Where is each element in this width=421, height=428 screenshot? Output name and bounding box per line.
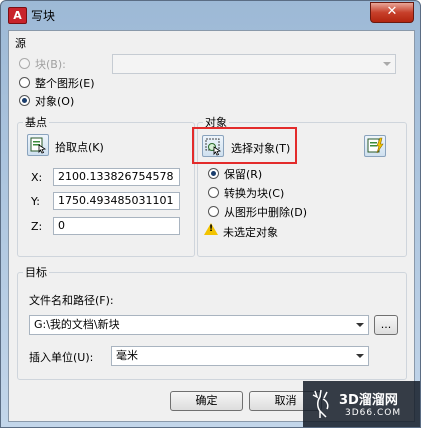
radio-block[interactable]: [19, 58, 30, 69]
radio-entire-drawing[interactable]: [19, 77, 30, 88]
watermark-line2: 3D66.COM: [345, 408, 402, 418]
radio-retain[interactable]: [208, 168, 219, 179]
watermark-logo: 3D溜溜网 3D66.COM: [303, 381, 420, 427]
radio-objects[interactable]: [19, 95, 30, 106]
autocad-app-icon: A: [8, 7, 27, 24]
base-point-title: 基点: [23, 114, 49, 130]
close-button[interactable]: ✕: [370, 2, 414, 23]
radio-convert-to-block[interactable]: [208, 187, 219, 198]
quick-select-button[interactable]: [364, 135, 386, 157]
select-objects-button[interactable]: [202, 135, 224, 157]
watermark-line1: 3D溜溜网: [339, 393, 398, 408]
radio-retain-label: 保留(R): [224, 168, 263, 181]
insert-units-value: 毫米: [116, 349, 138, 362]
x-label: X:: [31, 171, 43, 184]
write-block-dialog: A 写块 ✕ 源 块(B): 整个图形(E) 对象(O) 基点 拾取点(K) X…: [0, 0, 421, 428]
dialog-client: 源 块(B): 整个图形(E) 对象(O) 基点 拾取点(K) X: 2100.…: [8, 30, 415, 422]
file-path-value: G:\我的文档\新块: [34, 318, 120, 331]
z-coordinate-field[interactable]: 0: [53, 217, 180, 235]
no-objects-selected-text: 未选定对象: [223, 226, 278, 239]
radio-entire-drawing-label: 整个图形(E): [35, 77, 95, 90]
radio-block-label: 块(B):: [35, 58, 66, 71]
radio-delete-from-drawing-label: 从图形中删除(D): [224, 206, 308, 219]
window-title: 写块: [31, 9, 56, 23]
chevron-down-icon: [356, 323, 364, 327]
x-coordinate-field[interactable]: 2100.133826754578: [53, 168, 180, 186]
y-label: Y:: [31, 195, 40, 208]
z-label: Z:: [31, 220, 43, 233]
select-objects-icon: [205, 138, 222, 156]
chevron-down-icon: [356, 354, 364, 358]
pick-point-icon: [30, 137, 47, 154]
browse-button[interactable]: ...: [374, 315, 398, 335]
file-path-combo[interactable]: G:\我的文档\新块: [29, 315, 369, 335]
title-bar[interactable]: A 写块 ✕: [1, 1, 420, 29]
quick-select-icon: [367, 137, 384, 154]
deer-logo-icon: [312, 389, 329, 418]
insert-units-label: 插入单位(U):: [29, 351, 94, 364]
y-coordinate-field[interactable]: 1750.493485031101: [53, 192, 180, 210]
source-section-title: 源: [15, 37, 26, 50]
pick-point-label: 拾取点(K): [55, 141, 104, 154]
select-objects-label: 选择对象(T): [231, 142, 291, 155]
ok-button[interactable]: 确定: [170, 391, 243, 411]
insert-units-combo[interactable]: 毫米: [111, 346, 369, 366]
target-title: 目标: [23, 264, 49, 280]
warning-mark: !: [209, 224, 214, 234]
block-name-combo[interactable]: [112, 54, 396, 74]
radio-convert-to-block-label: 转换为块(C): [224, 187, 285, 200]
pick-point-button[interactable]: [27, 134, 49, 156]
file-path-label: 文件名和路径(F):: [29, 294, 114, 307]
radio-delete-from-drawing[interactable]: [208, 206, 219, 217]
chevron-down-icon: [383, 62, 391, 66]
radio-objects-label: 对象(O): [35, 95, 75, 108]
